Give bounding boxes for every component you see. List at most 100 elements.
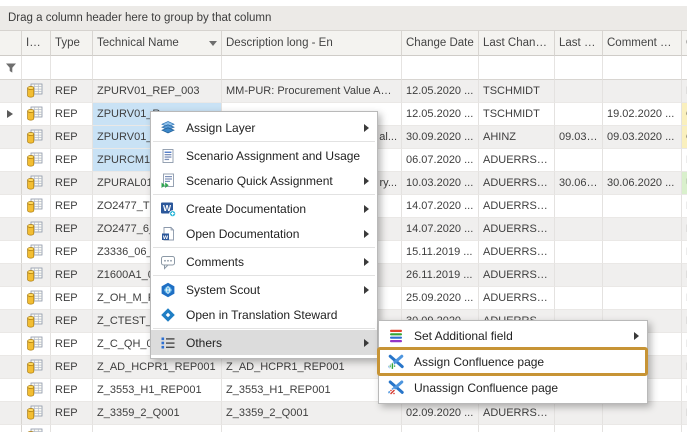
table-row[interactable]: REPZPURV01_REP_003MM-PUR: Procurement Va… [0,80,687,103]
cell-icon[interactable] [22,425,51,432]
filter-cell-comment[interactable] [603,56,682,80]
cell-technical_name[interactable]: Z_3553_H1_REP001 [93,379,222,402]
cell-change_date[interactable]: 15.11.2019 ... [402,241,479,264]
cell-comment[interactable] [603,287,682,310]
menu-item-scenario-assignment-and-usage[interactable]: Scenario Assignment and Usage [151,143,377,168]
cell-type[interactable]: REP [51,379,93,402]
cell-status[interactable] [682,425,687,432]
cell-type[interactable]: REP [51,356,93,379]
cell-type[interactable]: REP [51,149,93,172]
cell-type[interactable]: REP [51,195,93,218]
cell-technical_name[interactable]: Z_3359_2_Q001 [93,402,222,425]
cell-status[interactable]: N [682,218,687,241]
cell-last_changed[interactable]: ADUERRSTE... [479,172,555,195]
cell-icon[interactable] [22,195,51,218]
column-header-last_changed[interactable]: Last Change... [479,31,555,56]
cell-last_changed[interactable]: ADUERRSTE... [479,218,555,241]
cell-status[interactable]: N [682,379,687,402]
cell-icon[interactable] [22,287,51,310]
cell-last_changed[interactable]: ADUERRSTE... [479,264,555,287]
cell-comment[interactable]: 30.06.2020 ... [603,172,682,195]
menu-item-create-documentation[interactable]: WCreate Documentation [151,196,377,221]
cell-comment[interactable] [603,195,682,218]
menu-item-others[interactable]: Others [151,330,377,355]
cell-last_changed[interactable]: ADUERRSTE... [479,287,555,310]
cell-last_doc[interactable]: 09.03.... [555,126,603,149]
cell-change_date[interactable]: 30.09.2020 ... [402,126,479,149]
cell-change_date[interactable]: 14.07.2020 ... [402,195,479,218]
cell-description[interactable] [222,425,402,432]
cell-last_doc[interactable] [555,218,603,241]
cell-last_doc[interactable] [555,103,603,126]
cell-icon[interactable] [22,149,51,172]
filter-cell-last_doc[interactable] [555,56,603,80]
cell-type[interactable]: REP [51,264,93,287]
cell-status[interactable]: N [682,333,687,356]
cell-last_changed[interactable]: ADUERRSTE... [479,149,555,172]
column-header-icon[interactable]: Icon [22,31,51,56]
cell-status[interactable]: O [682,126,687,149]
cell-change_date[interactable]: 26.11.2019 ... [402,264,479,287]
cell-technical_name[interactable]: ZPURV01_REP_003 [93,80,222,103]
cell-icon[interactable] [22,333,51,356]
filter-cell-change_date[interactable] [402,56,479,80]
cell-last_changed[interactable]: TSCHMIDT [479,80,555,103]
menu-item-open-documentation[interactable]: wOpen Documentation [151,221,377,246]
cell-last_changed[interactable]: TSCHMIDT [479,103,555,126]
cell-last_doc[interactable] [555,425,603,432]
menu-item-set-additional-field[interactable]: Set Additional field [379,323,647,349]
cell-comment[interactable] [603,80,682,103]
cell-status[interactable]: U [682,172,687,195]
column-header-change_date[interactable]: Change Date [402,31,479,56]
cell-comment[interactable] [603,425,682,432]
menu-item-unassign-confluence-page[interactable]: Unassign Confluence page [379,375,647,401]
cell-comment[interactable] [603,241,682,264]
cell-icon[interactable] [22,379,51,402]
cell-icon[interactable] [22,80,51,103]
cell-comment[interactable] [603,402,682,425]
filter-cell-status[interactable] [682,56,687,80]
cell-last_doc[interactable] [555,402,603,425]
cell-last_changed[interactable] [479,425,555,432]
column-header-status[interactable]: C [682,31,687,56]
cell-last_changed[interactable]: ADUERRSTE... [479,241,555,264]
cell-icon[interactable] [22,241,51,264]
cell-type[interactable]: REP [51,80,93,103]
cell-description[interactable]: Z_3553_H1_REP001 [222,379,402,402]
cell-description[interactable]: Z_3359_2_Q001 [222,402,402,425]
cell-icon[interactable] [22,402,51,425]
cell-last_doc[interactable] [555,241,603,264]
cell-change_date[interactable]: 14.07.2020 ... [402,218,479,241]
cell-comment[interactable]: 19.02.2020 ... [603,103,682,126]
column-header-last_doc[interactable]: Last doc. [555,31,603,56]
cell-description[interactable]: Z_AD_HCPR1_REP001 [222,356,402,379]
cell-type[interactable]: REP [51,126,93,149]
cell-status[interactable]: N [682,356,687,379]
cell-status[interactable]: N [682,264,687,287]
cell-icon[interactable] [22,126,51,149]
cell-comment[interactable]: 09.03.2020 ... [603,126,682,149]
cell-type[interactable]: REP [51,218,93,241]
filter-cell-description[interactable] [222,56,402,80]
menu-item-open-in-translation-steward[interactable]: Open in Translation Steward [151,302,377,327]
cell-comment[interactable] [603,149,682,172]
cell-status[interactable]: N [682,402,687,425]
cell-technical_name[interactable]: Z_AD_HCPR1_REP001 [93,356,222,379]
table-row[interactable]: REPZ_3359_2_Q001Z_3359_2_Q00102.09.2020 … [0,402,687,425]
filter-cell-icon[interactable] [22,56,51,80]
cell-last_doc[interactable] [555,149,603,172]
cell-type[interactable]: REP [51,103,93,126]
group-by-panel[interactable]: Drag a column header here to group by th… [0,0,687,31]
cell-change_date[interactable] [402,425,479,432]
cell-change_date[interactable]: 02.09.2020 ... [402,402,479,425]
cell-last_changed[interactable]: AHINZ [479,126,555,149]
cell-icon[interactable] [22,356,51,379]
cell-status[interactable]: N [682,80,687,103]
filter-cell-technical_name[interactable] [93,56,222,80]
cell-description[interactable]: MM-PUR: Procurement Value Anal... [222,80,402,103]
column-header-type[interactable]: Type [51,31,93,56]
cell-change_date[interactable]: 25.09.2020 ... [402,287,479,310]
filter-cell-last_changed[interactable] [479,56,555,80]
cell-change_date[interactable]: 12.05.2020 ... [402,103,479,126]
cell-last_changed[interactable]: ADUERRSTE... [479,195,555,218]
